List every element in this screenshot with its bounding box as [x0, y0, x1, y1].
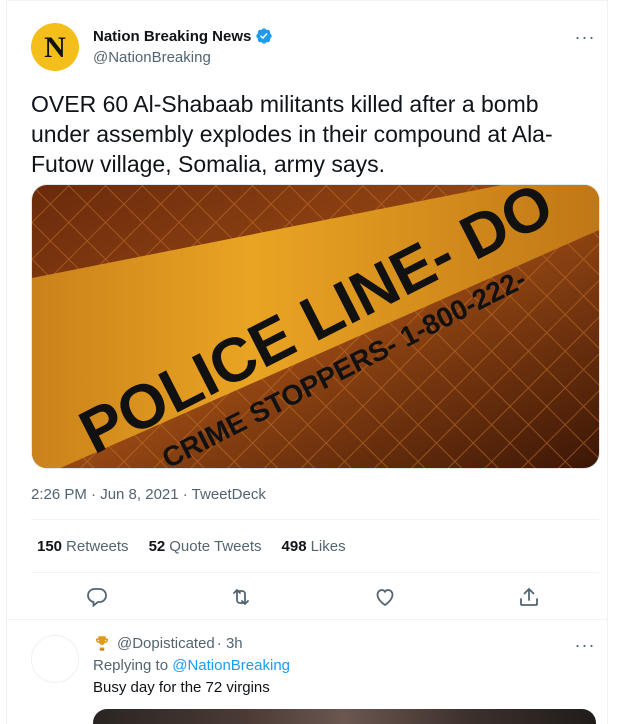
reply-icon[interactable]: [85, 585, 109, 609]
tweet-media-image[interactable]: POLICE LINE- DO CRIME STOPPERS- 1-800-22…: [31, 184, 600, 469]
divider: [7, 619, 607, 620]
like-heart-icon[interactable]: [373, 585, 397, 609]
reply-author-handle[interactable]: @Dopisticated: [117, 635, 215, 652]
more-options-icon[interactable]: ···: [570, 27, 600, 47]
likes-stat[interactable]: 498 Likes: [282, 538, 346, 555]
police-tape-image: POLICE LINE- DO CRIME STOPPERS- 1-800-22…: [32, 185, 599, 468]
quotes-stat[interactable]: 52 Quote Tweets: [149, 538, 262, 555]
author-handle[interactable]: @NationBreaking: [93, 49, 211, 66]
divider: [31, 572, 599, 573]
divider: [31, 519, 599, 520]
reply-media-image[interactable]: [93, 709, 596, 724]
tweet-actions: [7, 585, 607, 611]
replying-to-link[interactable]: @NationBreaking: [172, 657, 290, 674]
tweet-stats: 150 Retweets 52 Quote Tweets 498 Likes: [37, 538, 346, 555]
retweets-stat[interactable]: 150 Retweets: [37, 538, 129, 555]
trophy-icon: [96, 636, 108, 651]
retweet-icon[interactable]: [229, 585, 253, 609]
tweet-detail: N Nation Breaking News @NationBreaking ·…: [6, 0, 608, 724]
reply-text: Busy day for the 72 virgins: [93, 679, 270, 696]
reply-more-options-icon[interactable]: ···: [570, 635, 600, 655]
author-name[interactable]: Nation Breaking News: [93, 28, 251, 45]
reply-header: @Dopisticated · 3h: [93, 634, 243, 652]
reply-author-avatar[interactable]: [31, 635, 79, 683]
tweet-timestamp[interactable]: 2:26 PM · Jun 8, 2021 · TweetDeck: [31, 486, 266, 503]
author-avatar[interactable]: N: [31, 23, 79, 71]
share-icon[interactable]: [517, 585, 541, 609]
verified-badge-icon: [256, 28, 273, 44]
reply-time[interactable]: · 3h: [217, 635, 243, 652]
replying-to: Replying to @NationBreaking: [93, 657, 291, 674]
avatar-letter: N: [44, 31, 66, 64]
tweet-text: OVER 60 Al-Shabaab militants killed afte…: [31, 91, 553, 177]
author-name-row[interactable]: Nation Breaking News: [93, 27, 273, 45]
